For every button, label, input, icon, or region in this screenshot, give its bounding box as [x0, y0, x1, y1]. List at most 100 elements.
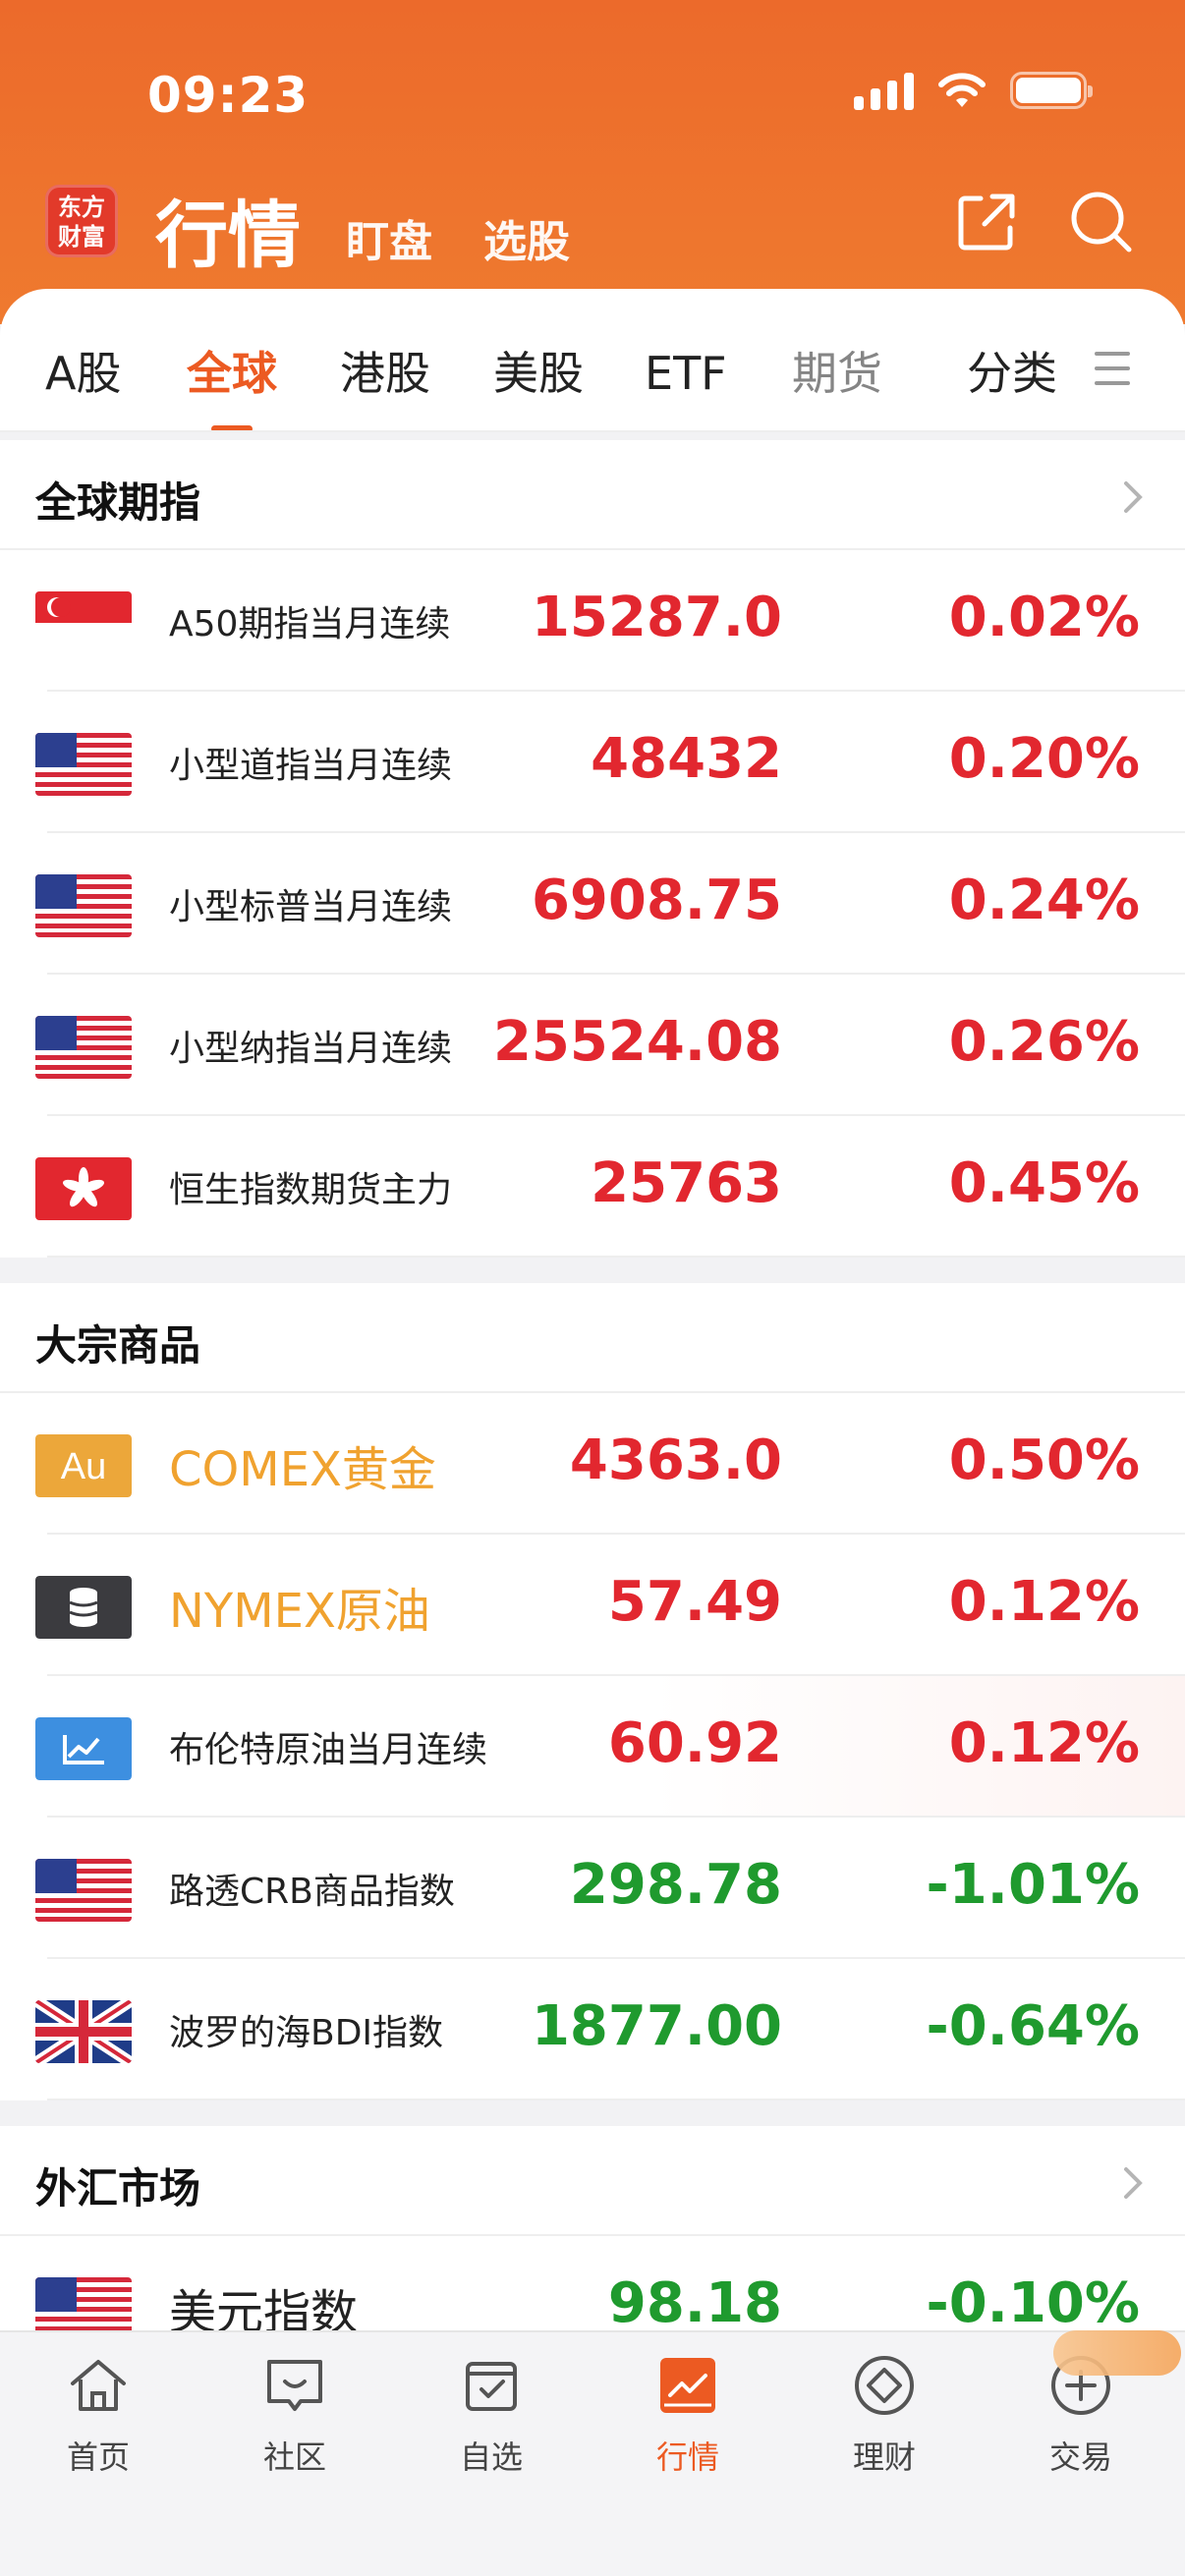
list-item[interactable]: 路透CRB商品指数 298.78 -1.01%: [0, 1818, 1185, 1959]
battery-icon: [1010, 72, 1093, 109]
instrument-change: 0.20%: [948, 727, 1140, 791]
nav-watchlist[interactable]: 自选: [393, 2350, 590, 2478]
instrument-change: 0.24%: [948, 868, 1140, 932]
instrument-price: 4363.0: [569, 1428, 782, 1492]
instrument-change: -1.01%: [926, 1853, 1140, 1917]
instrument-name: 布伦特原油当月连续: [169, 1730, 488, 1770]
svg-text:Au: Au: [61, 1446, 106, 1487]
instrument-change: 0.50%: [948, 1428, 1140, 1492]
section-title: 大宗商品: [35, 1321, 201, 1370]
section-header-commodities[interactable]: 大宗商品: [0, 1283, 1185, 1393]
instrument-name: COMEX黄金: [169, 1442, 436, 1497]
instrument-price: 6908.75: [531, 868, 782, 932]
list-item[interactable]: Au COMEX黄金 4363.0 0.50%: [0, 1393, 1185, 1535]
oil-barrel-icon: [35, 1576, 132, 1639]
instrument-price: 25524.08: [492, 1010, 782, 1074]
instrument-price: 57.49: [607, 1570, 782, 1634]
instrument-name: 小型纳指当月连续: [169, 1029, 453, 1069]
list-item[interactable]: 恒生指数期货主力 25763 0.45%: [0, 1116, 1185, 1258]
tab-global[interactable]: 全球: [187, 334, 277, 432]
instrument-name: 小型标普当月连续: [169, 887, 453, 927]
market-tabs: A股 全球 港股 美股 ETF 期货 分类: [0, 334, 1185, 432]
us-flag-icon: [35, 874, 132, 937]
floating-promo-badge[interactable]: [1053, 2330, 1181, 2376]
instrument-price: 1877.00: [531, 1994, 782, 2058]
status-time: 09:23: [147, 67, 310, 124]
hongkong-flag-icon: [35, 1157, 132, 1220]
instrument-name: A50期指当月连续: [169, 604, 451, 644]
status-icons: [854, 71, 1093, 110]
list-item[interactable]: 布伦特原油当月连续 60.92 0.12%: [0, 1676, 1185, 1818]
tab-categories[interactable]: 分类: [967, 334, 1057, 432]
list-item[interactable]: A50期指当月连续 15287.0 0.02%: [0, 550, 1185, 692]
instrument-change: 0.45%: [948, 1151, 1140, 1215]
us-flag-icon: [35, 1859, 132, 1922]
section-title: 外汇市场: [35, 2164, 201, 2212]
chevron-right-icon: [1124, 481, 1143, 513]
tab-us-stocks[interactable]: 美股: [493, 334, 584, 432]
nav-label: 自选: [459, 2438, 523, 2476]
instrument-change: 0.12%: [948, 1711, 1140, 1775]
home-icon: [71, 2360, 126, 2411]
nav-home[interactable]: 首页: [0, 2350, 197, 2478]
section-gap: [0, 432, 1185, 440]
section-header-forex[interactable]: 外汇市场: [0, 2126, 1185, 2236]
share-icon[interactable]: [951, 187, 1022, 257]
diamond-icon: [855, 2356, 914, 2415]
tab-hk-stocks[interactable]: 港股: [340, 334, 430, 432]
instrument-name: 路透CRB商品指数: [169, 1872, 455, 1912]
nav-label: 理财: [852, 2438, 916, 2476]
cellular-signal-icon: [854, 71, 914, 110]
bottom-navigation: 首页 社区 自选 行情 理财 交易: [0, 2330, 1185, 2576]
market-chart-icon: [660, 2358, 715, 2413]
nav-wealth[interactable]: 理财: [786, 2350, 983, 2478]
wifi-icon: [938, 73, 986, 107]
list-item[interactable]: NYMEX原油 57.49 0.12%: [0, 1535, 1185, 1676]
singapore-flag-icon: [35, 591, 132, 654]
section-gap: [0, 1258, 1185, 1283]
instrument-name: NYMEX原油: [169, 1584, 430, 1639]
instrument-change: 0.26%: [948, 1010, 1140, 1074]
instrument-name: 小型道指当月连续: [169, 746, 453, 786]
tab-futures[interactable]: 期货: [792, 334, 882, 432]
list-item[interactable]: 小型标普当月连续 6908.75 0.24%: [0, 833, 1185, 975]
nav-community[interactable]: 社区: [197, 2350, 393, 2478]
section-title: 全球期指: [35, 478, 201, 527]
tab-etf[interactable]: ETF: [645, 334, 727, 432]
us-flag-icon: [35, 1016, 132, 1079]
nav-label: 社区: [262, 2438, 326, 2476]
list-item[interactable]: 小型道指当月连续 48432 0.20%: [0, 692, 1185, 833]
chat-icon: [267, 2360, 322, 2411]
list-item[interactable]: 小型纳指当月连续 25524.08 0.26%: [0, 975, 1185, 1116]
section-header-futures[interactable]: 全球期指: [0, 440, 1185, 550]
instrument-name: 恒生指数期货主力: [169, 1170, 453, 1210]
page-title: 行情: [155, 194, 301, 278]
instrument-change: 0.02%: [948, 586, 1140, 649]
instrument-price: 60.92: [607, 1711, 782, 1775]
subnav-stock-picker[interactable]: 选股: [483, 206, 570, 269]
list-item[interactable]: 波罗的海BDI指数 1877.00 -0.64%: [0, 1959, 1185, 2100]
gold-au-icon: Au: [35, 1434, 132, 1497]
nav-market[interactable]: 行情: [590, 2350, 786, 2478]
search-icon[interactable]: [1066, 187, 1137, 257]
tab-a-shares[interactable]: A股: [45, 334, 121, 432]
instrument-change: -0.10%: [926, 2271, 1140, 2335]
subnav-watch[interactable]: 盯盘: [346, 206, 432, 269]
uk-flag-icon: [35, 2000, 132, 2063]
section-gap: [0, 2100, 1185, 2126]
instrument-price: 25763: [591, 1151, 782, 1215]
line-chart-icon: [35, 1717, 132, 1780]
us-flag-icon: [35, 733, 132, 796]
instrument-name: 波罗的海BDI指数: [169, 2013, 444, 2053]
tabs-menu-icon[interactable]: [1095, 352, 1130, 396]
instrument-price: 48432: [591, 727, 782, 791]
instrument-change: -0.64%: [926, 1994, 1140, 2058]
app-logo[interactable]: 东方 财富: [45, 185, 118, 257]
instrument-change: 0.12%: [948, 1570, 1140, 1634]
nav-label: 首页: [66, 2438, 130, 2476]
nav-label: 行情: [655, 2438, 719, 2476]
instrument-price: 298.78: [569, 1853, 782, 1917]
instrument-price: 15287.0: [531, 586, 782, 649]
chevron-right-icon: [1124, 2167, 1143, 2199]
watchlist-icon: [466, 2362, 517, 2411]
